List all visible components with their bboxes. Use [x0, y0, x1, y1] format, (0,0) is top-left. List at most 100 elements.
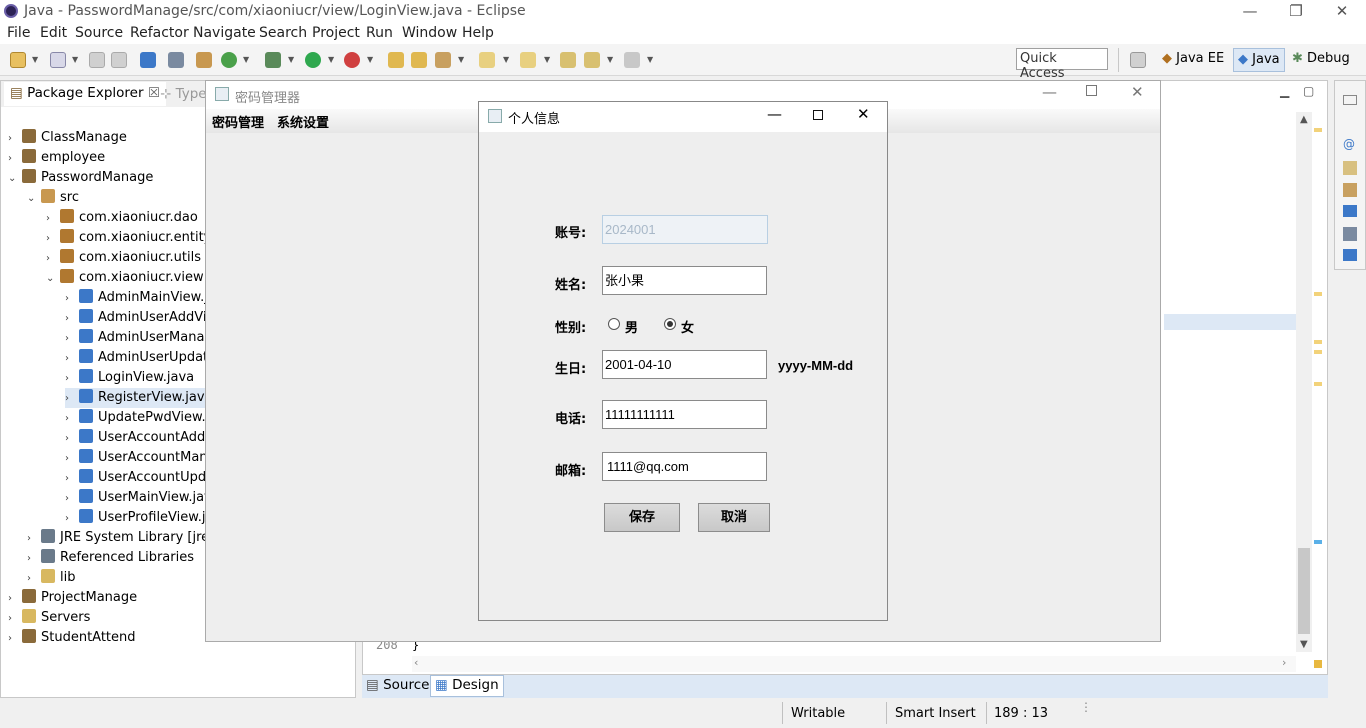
chevron-right-icon[interactable]: › — [65, 429, 79, 449]
scroll-left-icon[interactable]: ‹ — [414, 656, 418, 669]
new-package-icon[interactable] — [50, 52, 66, 68]
forward-dropdown-icon[interactable]: ▼ — [647, 55, 653, 64]
refresh-icon[interactable] — [221, 52, 237, 68]
chevron-right-icon[interactable]: › — [65, 449, 79, 469]
scroll-up-icon[interactable]: ▲ — [1300, 114, 1308, 125]
menu-help[interactable]: Help — [462, 25, 494, 41]
perspective-java-ee[interactable]: ◆ Java EE — [1158, 48, 1228, 72]
external-tools-dropdown-icon[interactable]: ▼ — [367, 55, 373, 64]
chevron-down-icon[interactable]: ⌄ — [27, 189, 41, 209]
dialog-close-button[interactable]: ✕ — [857, 105, 870, 123]
chevron-right-icon[interactable]: › — [27, 569, 41, 589]
perspective-java[interactable]: ◆ Java — [1233, 48, 1285, 72]
chevron-down-icon[interactable]: ⌄ — [46, 269, 60, 289]
menu-navigate[interactable]: Navigate — [193, 25, 256, 41]
close-tab-icon[interactable]: ☒ — [148, 85, 160, 101]
editor-horizontal-scrollbar[interactable]: ‹ › — [412, 656, 1296, 672]
chevron-right-icon[interactable]: › — [8, 129, 22, 149]
overview-marker[interactable] — [1314, 292, 1322, 296]
perspective-debug[interactable]: ✱ Debug — [1288, 48, 1354, 72]
pen-icon[interactable] — [435, 52, 451, 68]
run-icon[interactable] — [305, 52, 321, 68]
save-all-icon[interactable] — [111, 52, 127, 68]
at-icon[interactable]: @ — [1343, 137, 1355, 151]
overview-marker[interactable] — [1314, 382, 1322, 386]
chevron-right-icon[interactable]: › — [65, 309, 79, 329]
chevron-right-icon[interactable]: › — [46, 209, 60, 229]
scrollbar-thumb[interactable] — [1298, 548, 1310, 634]
progress-icon[interactable] — [1343, 227, 1357, 241]
chevron-right-icon[interactable]: › — [27, 529, 41, 549]
account-field[interactable]: 2024001 — [602, 215, 768, 244]
chevron-right-icon[interactable]: › — [8, 609, 22, 629]
new-package-dropdown-icon[interactable]: ▼ — [72, 55, 78, 64]
maximize-view-icon[interactable]: ▢ — [1303, 84, 1314, 98]
pen-dropdown-icon[interactable]: ▼ — [458, 55, 464, 64]
tab-source[interactable]: ▤ Source — [366, 677, 429, 693]
menu-search[interactable]: Search — [259, 25, 307, 41]
open-perspective-icon[interactable] — [1130, 52, 1146, 68]
chevron-right-icon[interactable]: › — [8, 149, 22, 169]
tab-type-hierarchy[interactable]: ⊹ Type — [160, 86, 207, 102]
minimize-button[interactable]: — — [1227, 0, 1273, 22]
chevron-right-icon[interactable]: › — [8, 629, 22, 649]
debug-icon[interactable] — [265, 52, 281, 68]
main-maximize-button[interactable] — [1086, 85, 1097, 96]
new-dropdown-icon[interactable]: ▼ — [32, 55, 38, 64]
console-view-icon[interactable] — [1343, 205, 1357, 217]
prev-annotation-icon[interactable] — [520, 52, 536, 68]
close-button[interactable]: ✕ — [1319, 0, 1365, 22]
tasks-icon[interactable] — [1343, 249, 1357, 261]
back-dropdown-icon[interactable]: ▼ — [607, 55, 613, 64]
skip-breakpoints-icon[interactable] — [168, 52, 184, 68]
tab-package-explorer[interactable]: ▤ Package Explorer ☒ — [4, 82, 166, 106]
tab-design[interactable]: ▦ Design — [430, 675, 504, 697]
chevron-right-icon[interactable]: › — [65, 289, 79, 309]
refresh-dropdown-icon[interactable]: ▼ — [243, 55, 249, 64]
menu-project[interactable]: Project — [312, 25, 360, 41]
save-icon[interactable] — [89, 52, 105, 68]
back-icon[interactable] — [584, 52, 600, 68]
chevron-right-icon[interactable]: › — [65, 329, 79, 349]
declaration-icon[interactable] — [1343, 183, 1357, 197]
prev-annotation-dropdown-icon[interactable]: ▼ — [544, 55, 550, 64]
restore-button[interactable]: ❐ — [1273, 0, 1319, 22]
gender-male-label[interactable]: 男 — [625, 317, 638, 336]
last-edit-icon[interactable] — [560, 52, 576, 68]
cancel-button[interactable]: 取消 — [698, 503, 770, 532]
console-icon[interactable] — [140, 52, 156, 68]
gender-male-radio[interactable] — [608, 318, 620, 330]
javadoc-icon[interactable] — [1343, 161, 1357, 175]
run-dropdown-icon[interactable]: ▼ — [328, 55, 334, 64]
open-folder-icon[interactable] — [411, 52, 427, 68]
chevron-right-icon[interactable]: › — [65, 349, 79, 369]
overview-marker[interactable] — [1314, 350, 1322, 354]
email-field[interactable]: 1111@qq.com — [602, 452, 767, 481]
main-close-button[interactable]: ✕ — [1131, 83, 1144, 101]
minimize-view-icon[interactable]: ▁ — [1280, 84, 1289, 98]
main-minimize-button[interactable]: — — [1042, 83, 1057, 101]
menu-window[interactable]: Window — [402, 25, 457, 41]
restore-icon[interactable] — [1343, 95, 1357, 105]
overview-marker[interactable] — [1314, 660, 1322, 668]
birthday-field[interactable]: 2001-04-10 — [602, 350, 767, 379]
overview-marker[interactable] — [1314, 540, 1322, 544]
gender-female-label[interactable]: 女 — [681, 317, 694, 336]
scroll-down-icon[interactable]: ▼ — [1300, 639, 1308, 650]
open-type-icon[interactable] — [388, 52, 404, 68]
menu-system-settings[interactable]: 系统设置 — [277, 112, 329, 131]
chevron-right-icon[interactable]: › — [27, 549, 41, 569]
phone-field[interactable]: 11111111111 — [602, 400, 767, 429]
menu-edit[interactable]: Edit — [40, 25, 67, 41]
chevron-right-icon[interactable]: › — [65, 489, 79, 509]
chevron-right-icon[interactable]: › — [65, 509, 79, 529]
menu-file[interactable]: File — [7, 25, 30, 41]
dialog-minimize-button[interactable]: — — [767, 105, 782, 123]
next-annotation-dropdown-icon[interactable]: ▼ — [503, 55, 509, 64]
scroll-right-icon[interactable]: › — [1282, 656, 1286, 669]
external-tools-icon[interactable] — [344, 52, 360, 68]
dialog-maximize-button[interactable] — [813, 110, 823, 120]
quick-access-input[interactable]: Quick Access — [1016, 48, 1108, 81]
overview-marker[interactable] — [1314, 128, 1322, 132]
menu-refactor[interactable]: Refactor — [130, 25, 189, 41]
